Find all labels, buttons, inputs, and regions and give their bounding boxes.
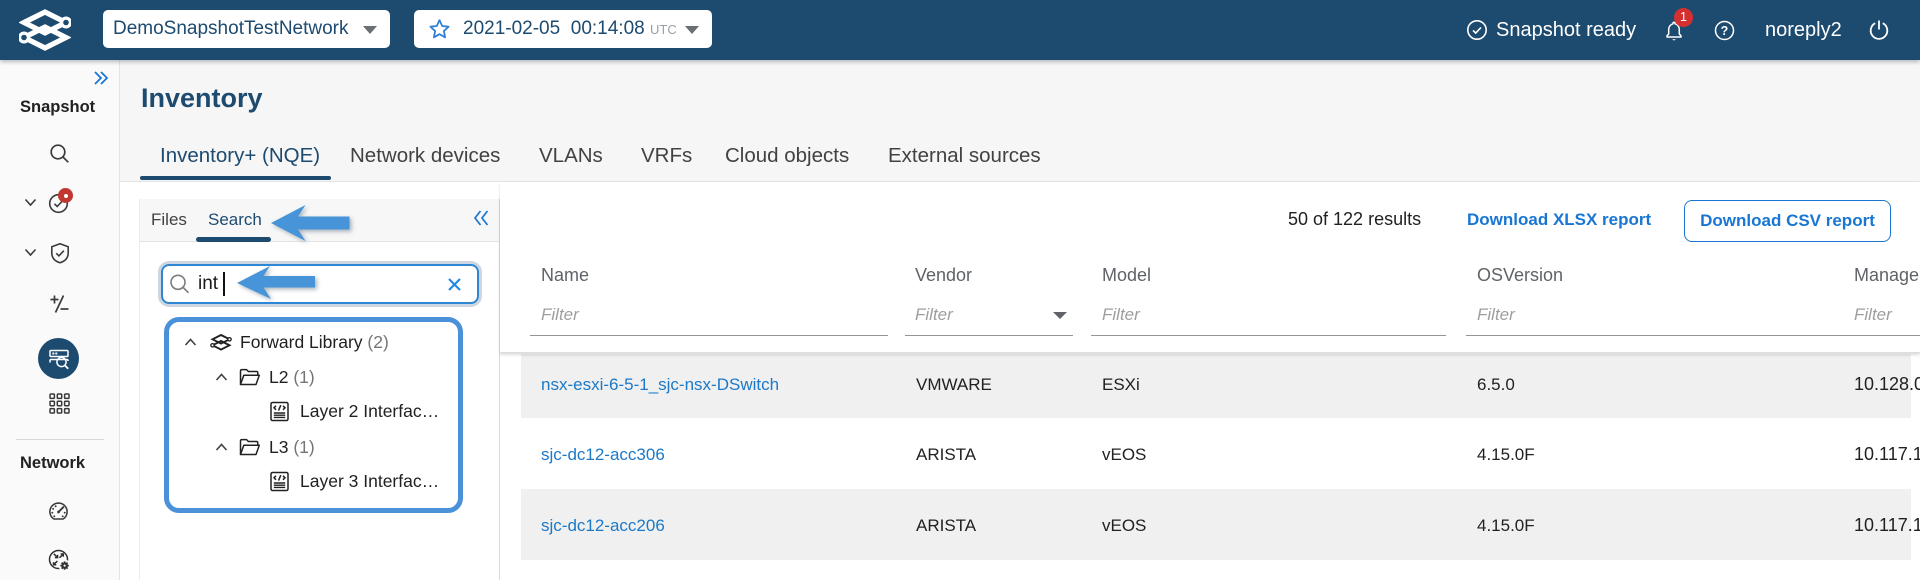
svg-text:?: ? xyxy=(1721,24,1729,38)
